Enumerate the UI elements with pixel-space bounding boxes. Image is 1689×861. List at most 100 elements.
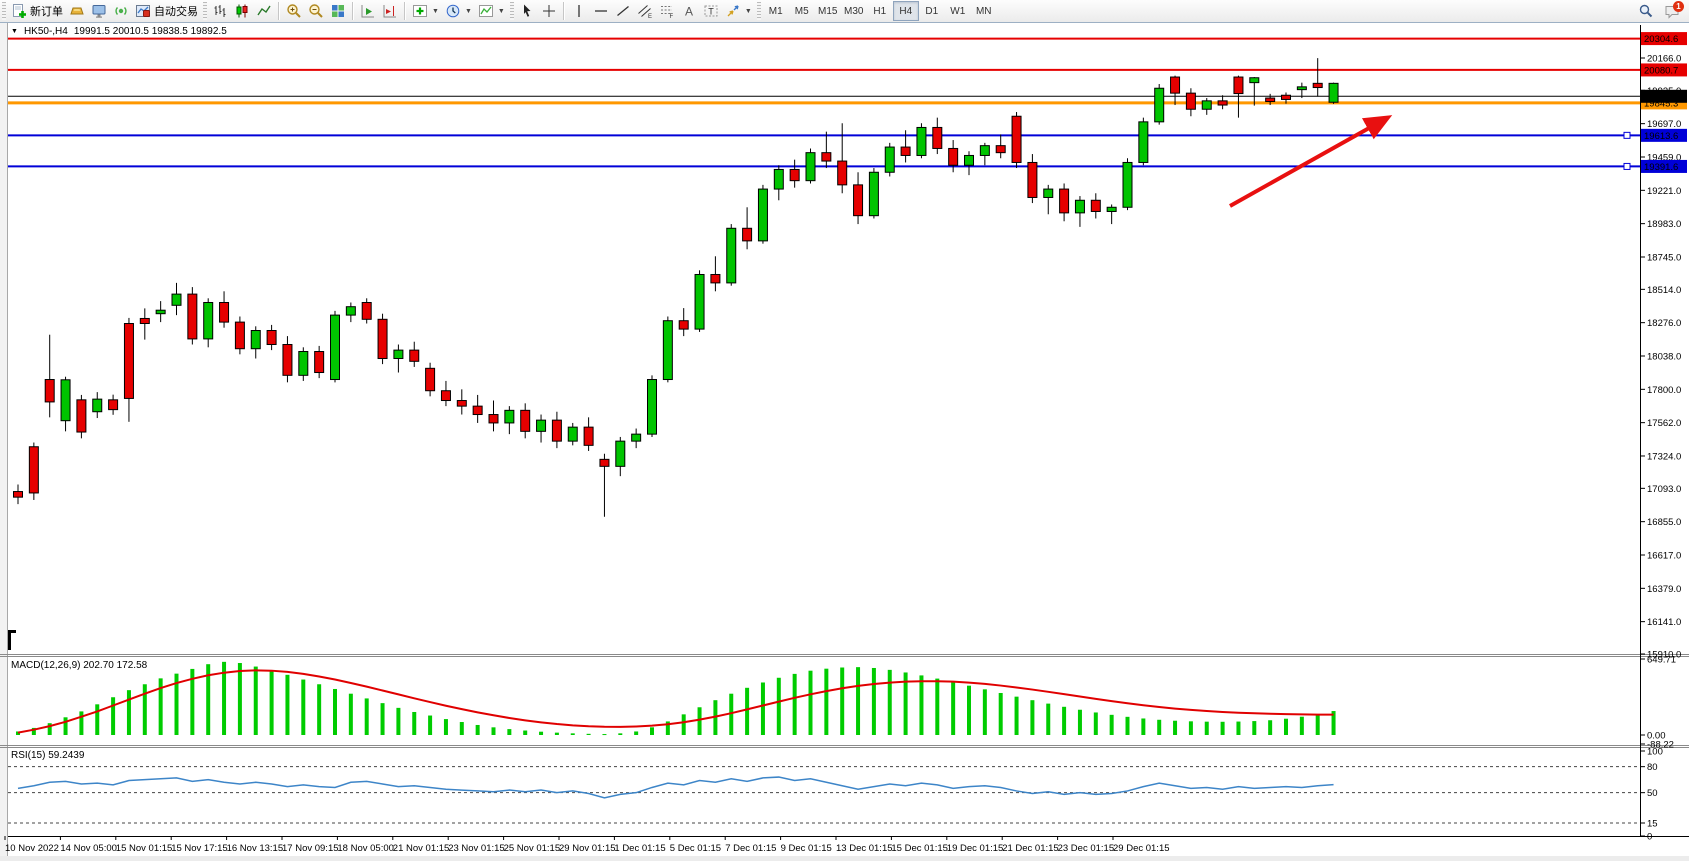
candle-body [1139,122,1148,163]
time-tick-label: 29 Nov 01:15 [559,843,616,854]
macd-histogram-bar [396,708,400,735]
timeframe-m1-button[interactable]: M1 [763,1,789,21]
timeframe-w1-button[interactable]: W1 [945,1,971,21]
macd-histogram-bar [809,671,813,735]
notifications-button[interactable]: 1 [1661,1,1683,21]
horizontal-line-icon [593,3,609,19]
candle-body [695,274,704,329]
chart-symbol-period: HK50-,H4 [24,26,68,37]
window-left-edge [0,22,8,861]
candle-body [648,380,657,435]
price-tick-label: 16617.0 [1647,550,1681,561]
indicators-button[interactable]: ▼ [409,1,442,21]
time-tick-label: 15 Dec 01:15 [891,843,948,854]
horizontal-line-button[interactable] [590,1,612,21]
toolbar-grip[interactable] [510,2,514,20]
timeframe-m5-button[interactable]: M5 [789,1,815,21]
equidistant-channel-button[interactable]: E [634,1,656,21]
signals-button[interactable] [110,1,132,21]
macd-histogram-bar [1046,704,1050,735]
macd-histogram-bar [587,734,591,735]
candle-body [537,420,546,431]
fibonacci-button[interactable]: F [656,1,678,21]
macd-histogram-bar [1110,715,1114,735]
bar-chart-button[interactable] [209,1,231,21]
chart-shift-button[interactable] [379,1,401,21]
auto-trading-button[interactable]: 自动交易 [132,1,201,21]
macd-histogram-bar [1157,720,1161,735]
macd-histogram-bar [301,680,305,735]
market-watch-button[interactable] [88,1,110,21]
macd-histogram-bar [444,719,448,735]
macd-histogram-bar [460,722,464,735]
macd-indicator-label: MACD(12,26,9) 202.70 172.58 [11,660,147,671]
collapse-triangle-icon[interactable]: ▼ [11,28,18,35]
macd-histogram-bar [935,679,939,735]
zoom-out-button[interactable] [305,1,327,21]
candle-body [790,169,799,180]
timeframe-h4-button[interactable]: H4 [893,1,919,21]
dropdown-caret-icon: ▼ [465,8,472,15]
candle-body [521,410,530,431]
timeframe-m30-button[interactable]: M30 [841,1,867,21]
candle-body [93,399,102,412]
macd-histogram-bar [238,663,242,735]
candle-body [1171,77,1180,93]
macd-histogram-bar [127,690,131,735]
candle-body [743,228,752,241]
macd-histogram-bar [1236,722,1240,735]
candle-body [996,146,1005,153]
candle-body [14,492,23,498]
chart-canvas[interactable]: 20166.019935.019697.019459.019221.018983… [0,0,1689,861]
candle-body [838,161,847,185]
price-tick-label: 20166.0 [1647,53,1681,64]
toolbar-grip[interactable] [203,2,207,20]
candle-body [426,368,435,390]
macd-histogram-bar [95,704,99,735]
candle-body [1044,189,1053,197]
new-order-button[interactable]: 新订单 [8,1,66,21]
macd-histogram-bar [507,729,511,735]
time-tick-label: 16 Nov 13:15 [227,843,284,854]
text-button[interactable]: A [678,1,700,21]
crosshair-button[interactable] [538,1,560,21]
timeframe-h1-button[interactable]: H1 [867,1,893,21]
chart-ohlc-values: 19991.5 20010.5 19838.5 19892.5 [74,26,227,37]
line-drag-handle[interactable] [1624,132,1630,138]
cursor-button[interactable] [516,1,538,21]
line-chart-button[interactable] [253,1,275,21]
macd-histogram-bar [1015,697,1019,735]
timeframe-m15-button[interactable]: M15 [815,1,841,21]
chart-title[interactable]: ▼ HK50-,H4 19991.5 20010.5 19838.5 19892… [11,26,227,37]
candle-body [1234,77,1243,94]
search-button[interactable] [1635,1,1657,21]
periods-button[interactable]: ▼ [442,1,475,21]
candle-body [679,321,688,329]
tile-windows-button[interactable] [327,1,349,21]
toolbar-grip[interactable] [2,2,6,20]
candle-body [965,155,974,165]
vertical-line-button[interactable] [568,1,590,21]
trendline-button[interactable] [612,1,634,21]
line-drag-handle[interactable] [1624,163,1630,169]
macd-histogram-bar [333,689,337,735]
toolbar-grip[interactable] [757,2,761,20]
macd-histogram-bar [1094,712,1098,735]
arrows-button[interactable]: ▼ [722,1,755,21]
candle-body [1075,200,1084,213]
zoom-in-button[interactable] [283,1,305,21]
candle-body [854,185,863,216]
timeframe-d1-button[interactable]: D1 [919,1,945,21]
dropdown-caret-icon: ▼ [432,8,439,15]
deposit-button[interactable] [66,1,88,21]
timeframe-mn-button[interactable]: MN [971,1,997,21]
price-line-badge-text: 20304.6 [1644,34,1678,45]
candle-body [1329,83,1338,102]
time-tick-label: 25 Nov 01:15 [504,843,561,854]
candlestick-chart-button[interactable] [231,1,253,21]
text-label-button[interactable]: T [700,1,722,21]
templates-button[interactable]: ▼ [475,1,508,21]
candle-body [299,352,308,376]
auto-scroll-button[interactable] [357,1,379,21]
candle-body [1012,116,1021,162]
